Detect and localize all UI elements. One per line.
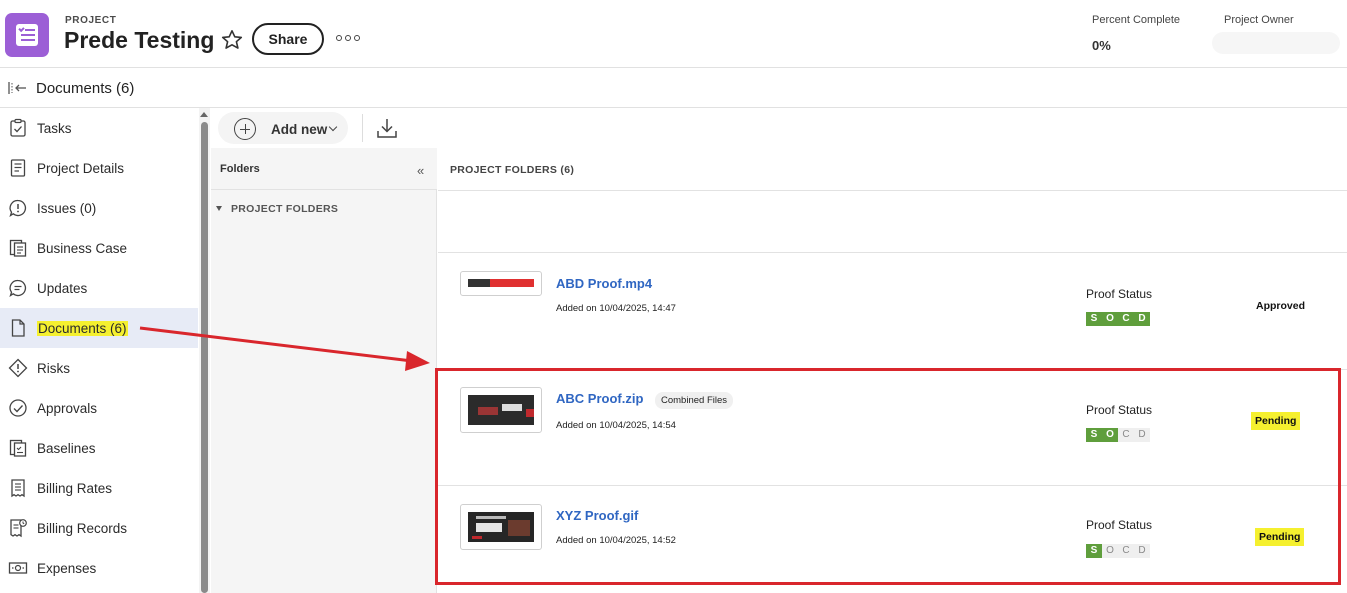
sidebar-item-label: Documents (6): [37, 320, 128, 336]
soc-o: O: [1102, 312, 1118, 326]
updates-icon: [9, 279, 27, 297]
sidebar-item-baselines[interactable]: Baselines: [0, 428, 198, 468]
soc-c: C: [1118, 312, 1134, 326]
details-icon: [10, 159, 26, 177]
add-new-label: Add new: [271, 122, 328, 137]
list-item[interactable]: ABD Proof.mp4 Added on 10/04/2025, 14:47…: [438, 254, 1347, 370]
sidebar-item-label: Project Details: [37, 160, 125, 176]
scroll-up-icon[interactable]: [200, 112, 208, 117]
sidebar-item-label: Updates: [37, 280, 88, 296]
business-case-icon: [9, 239, 27, 257]
add-new-button[interactable]: Add new: [218, 112, 348, 144]
soc-d: D: [1134, 312, 1150, 326]
percent-complete-value: 0%: [1092, 38, 1111, 53]
sidebar-item-approvals[interactable]: Approvals: [0, 388, 198, 428]
page-title: Prede Testing: [64, 27, 215, 53]
soc-s: S: [1086, 312, 1102, 326]
toolbar-divider: [362, 114, 363, 142]
caret-down-icon[interactable]: [216, 206, 222, 211]
sidebar-item-label: Expenses: [37, 560, 97, 576]
folders-header: Folders «: [211, 148, 437, 190]
star-icon[interactable]: [220, 28, 244, 52]
folder-tree-item[interactable]: PROJECT FOLDERS: [231, 203, 338, 215]
document-thumbnail[interactable]: [460, 271, 542, 296]
share-button[interactable]: Share: [252, 23, 324, 55]
percent-complete-label: Percent Complete: [1092, 14, 1181, 26]
sidebar-item-tasks[interactable]: Tasks: [0, 108, 198, 148]
billing-records-icon: [10, 519, 27, 538]
download-icon[interactable]: [375, 116, 399, 140]
sidebar-item-billing-rates[interactable]: Billing Rates: [0, 468, 198, 508]
document-name-link[interactable]: ABD Proof.mp4: [556, 276, 652, 291]
annotation-highlight-box: [435, 368, 1341, 585]
sidebar-item-label: Business Case: [37, 240, 128, 256]
sidebar-item-label: Issues (0): [37, 200, 97, 216]
sidebar-item-project-details[interactable]: Project Details: [0, 148, 198, 188]
documents-title: Documents (6): [36, 80, 135, 97]
list-header: PROJECT FOLDERS (6): [438, 148, 1347, 191]
sidebar-item-documents[interactable]: Documents (6): [0, 308, 198, 348]
risks-icon: [8, 358, 28, 378]
proof-status-indicator: S O C D: [1086, 312, 1150, 326]
list-title: PROJECT FOLDERS (6): [450, 164, 575, 176]
folders-title: Folders: [220, 163, 260, 175]
project-icon: [5, 13, 49, 57]
document-added-date: Added on 10/04/2025, 14:47: [556, 303, 676, 314]
list-item: [438, 191, 1347, 253]
sidebar-item-label: Risks: [37, 360, 70, 376]
sidebar-item-label: Tasks: [37, 120, 72, 136]
billing-rates-icon: [11, 479, 25, 498]
sidebar-item-updates[interactable]: Updates: [0, 268, 198, 308]
sidebar-item-expenses[interactable]: Expenses: [0, 548, 198, 588]
tasks-icon: [10, 118, 26, 137]
collapse-sidebar-icon[interactable]: [8, 80, 28, 96]
issues-icon: [9, 199, 27, 217]
sidebar-item-issues[interactable]: Issues (0): [0, 188, 198, 228]
collapse-folders-icon[interactable]: «: [417, 163, 424, 178]
sidebar-item-label: Baselines: [37, 440, 96, 456]
plus-circle-icon: [234, 118, 256, 140]
folders-pane: Folders « PROJECT FOLDERS: [211, 148, 437, 593]
status-badge: Approved: [1256, 300, 1306, 312]
sidebar-item-label: Approvals: [37, 400, 98, 416]
expenses-icon: [8, 562, 28, 574]
project-owner-label: Project Owner: [1224, 14, 1294, 26]
sidebar-item-label: Billing Records: [37, 520, 128, 536]
approvals-icon: [9, 399, 27, 417]
project-owner-value[interactable]: [1212, 32, 1340, 54]
more-icon[interactable]: [336, 31, 360, 45]
sidebar-item-risks[interactable]: Risks: [0, 348, 198, 388]
project-section-label: PROJECT: [65, 15, 117, 26]
documents-bar: Documents (6): [0, 68, 1347, 108]
document-icon: [11, 319, 25, 337]
project-header: PROJECT Prede Testing Share Percent Comp…: [0, 0, 1347, 68]
sidebar-scroll-thumb[interactable]: [201, 122, 208, 593]
documents-toolbar: Add new: [210, 108, 1347, 148]
baselines-icon: [9, 439, 27, 457]
sidebar: Tasks Project Details Issues (0) Busines…: [0, 108, 210, 593]
chevron-down-icon: [328, 122, 338, 132]
sidebar-item-label: Billing Rates: [37, 480, 113, 496]
sidebar-item-billing-records[interactable]: Billing Records: [0, 508, 198, 548]
sidebar-item-business-case[interactable]: Business Case: [0, 228, 198, 268]
proof-status-label: Proof Status: [1086, 287, 1153, 301]
